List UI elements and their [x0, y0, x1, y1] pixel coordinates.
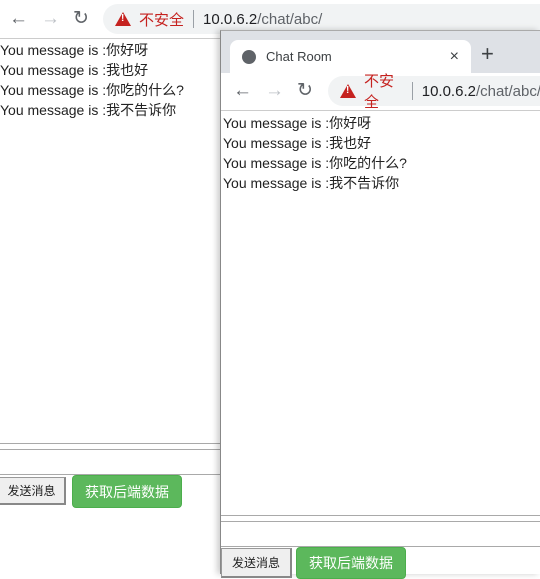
message-input[interactable] — [0, 449, 220, 475]
divider — [0, 38, 220, 39]
message: You message is :你吃的什么? — [223, 155, 407, 171]
message: You message is :你好呀 — [223, 115, 372, 131]
send-message-button[interactable]: 发送消息 — [0, 477, 66, 505]
tab-chat-room[interactable]: Chat Room × — [230, 40, 471, 73]
forward-icon[interactable]: → — [265, 81, 284, 101]
globe-icon — [242, 49, 256, 64]
divider — [0, 443, 220, 444]
fetch-data-button[interactable]: 获取后端数据 — [296, 547, 406, 579]
insecure-label: 不安全 — [139, 11, 185, 29]
url-path: /chat/abc/ — [475, 82, 540, 100]
warning-icon — [340, 84, 356, 98]
divider — [193, 10, 195, 28]
front-browser-window: Chat Room × + ← → ↻ 不安全 10.0.6.2/chat/ab… — [220, 30, 540, 579]
message-input[interactable] — [221, 521, 540, 547]
insecure-label: 不安全 — [364, 73, 395, 111]
warning-icon — [115, 12, 131, 26]
tab-strip: Chat Room × + — [221, 31, 540, 73]
new-tab-icon[interactable]: + — [481, 43, 494, 65]
url-host: 10.0.6.2 — [203, 10, 258, 28]
divider — [221, 515, 540, 516]
back-icon[interactable]: ← — [233, 81, 252, 101]
reload-icon[interactable]: ↻ — [73, 9, 89, 29]
message-list: You message is :你好呀 You message is :我也好 … — [223, 113, 407, 193]
close-icon[interactable]: × — [450, 48, 459, 66]
url-path: /chat/abc/ — [257, 10, 323, 28]
back-icon[interactable]: ← — [9, 9, 28, 29]
address-bar[interactable]: 不安全 10.0.6.2/chat/abc/ — [328, 73, 540, 111]
message: You message is :我也好 — [223, 135, 372, 151]
tab-title: Chat Room — [266, 49, 332, 64]
reload-icon[interactable]: ↻ — [297, 81, 313, 101]
divider — [411, 82, 413, 100]
message: You message is :你好呀 — [0, 42, 149, 58]
fetch-data-button[interactable]: 获取后端数据 — [72, 475, 182, 508]
toolbar: ← → ↻ 不安全 10.0.6.2/chat/abc/ — [221, 73, 540, 111]
message: You message is :我不告诉你 — [0, 102, 177, 118]
message: You message is :我不告诉你 — [223, 175, 400, 191]
message-list: You message is :你好呀 You message is :我也好 … — [0, 40, 184, 120]
message: You message is :我也好 — [0, 62, 149, 78]
divider — [221, 110, 540, 111]
url-host: 10.0.6.2 — [421, 82, 476, 100]
message: You message is :你吃的什么? — [0, 82, 184, 98]
forward-icon[interactable]: → — [41, 9, 60, 29]
